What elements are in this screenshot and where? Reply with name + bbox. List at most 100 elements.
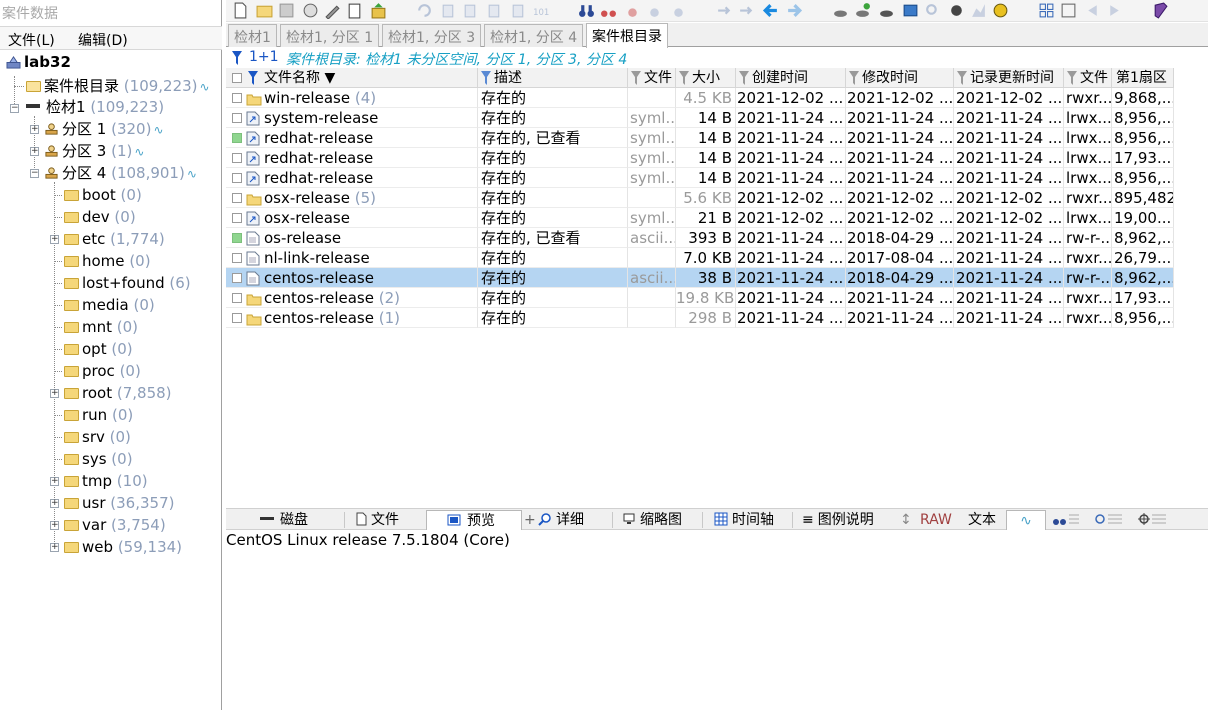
filter-icon[interactable] (248, 71, 258, 85)
table-row[interactable]: system-release 存在的 syml... 14 B 2021-11-24 .… (226, 108, 1176, 128)
table-row[interactable]: os-release 存在的, 已查看 ascii... 393 B 2021-11-2… (226, 228, 1176, 248)
col-header-created[interactable]: 创建时间 (736, 68, 846, 88)
binary-icon[interactable]: 101 (532, 2, 549, 19)
tree-partition-3[interactable]: 分区 3 (1) ∿ (44, 141, 144, 161)
row-checkbox[interactable] (232, 253, 242, 263)
search-text-icon[interactable] (624, 2, 641, 19)
nav-forward-icon[interactable] (716, 2, 733, 19)
row-checkbox[interactable] (232, 273, 242, 283)
target-options-icon[interactable] (1138, 510, 1174, 530)
copy-icon[interactable] (440, 2, 457, 19)
table-row[interactable]: centos-release (2) 存在的 19.8 KB 2021-11-24 .… (226, 288, 1176, 308)
nav-forward2-icon[interactable] (738, 2, 755, 19)
filter-icon[interactable] (631, 71, 641, 85)
filter-icon[interactable] (232, 51, 242, 65)
cell-name[interactable]: win-release (4) (226, 88, 478, 108)
col-header-record-updated[interactable]: 记录更新时间 (954, 68, 1064, 88)
table-row[interactable]: osx-release (5) 存在的 5.6 KB 2021-12-02 ... 20… (226, 188, 1176, 208)
tree-folder-mnt[interactable]: mnt (0) (64, 317, 138, 337)
col-header-name[interactable]: 文件名称 ▼ (226, 68, 478, 88)
row-checkbox[interactable] (232, 193, 242, 203)
settings-icon[interactable] (992, 2, 1009, 19)
tree-folder-usr[interactable]: usr (36,357) (64, 493, 174, 513)
tree-folder-media[interactable]: media (0) (64, 295, 155, 315)
cell-name[interactable]: system-release (226, 108, 478, 128)
filter-icon[interactable] (849, 71, 859, 85)
new-file-icon[interactable] (232, 2, 249, 19)
find-in-preview-icon[interactable] (1052, 510, 1084, 530)
row-checkbox[interactable] (232, 233, 242, 243)
table-row[interactable]: redhat-release 存在的 syml... 14 B 2021-11-24 .… (226, 148, 1176, 168)
edit-icon[interactable] (324, 2, 341, 19)
tree-folder-root[interactable]: root (7,858) (64, 383, 172, 403)
row-checkbox[interactable] (232, 313, 242, 323)
clipboard-icon[interactable] (346, 2, 363, 19)
expand-toggle[interactable]: + (30, 125, 39, 134)
expand-toggle[interactable]: + (50, 543, 59, 552)
tab-legend[interactable]: ≡ 图例说明 (802, 510, 892, 530)
col-header-type[interactable]: 文件 (628, 68, 676, 88)
tab-case-root[interactable]: 案件根目录 (586, 23, 668, 48)
tab-partition-4[interactable]: 检材1, 分区 4 (484, 24, 584, 47)
gear-icon[interactable] (948, 2, 965, 19)
row-checkbox[interactable] (232, 93, 242, 103)
row-checkbox[interactable] (232, 153, 242, 163)
disk-tool-icon[interactable] (302, 2, 319, 19)
save-icon[interactable] (278, 2, 295, 19)
book-icon[interactable] (1152, 2, 1169, 19)
col-header-modified[interactable]: 修改时间 (846, 68, 954, 88)
undo-icon[interactable] (416, 2, 433, 19)
tree-folder-home[interactable]: home (0) (64, 251, 151, 271)
table-row[interactable]: win-release (4) 存在的 4.5 KB 2021-12-02 ... 20… (226, 88, 1176, 108)
add-tab-icon[interactable]: + (524, 510, 536, 530)
cell-name[interactable]: redhat-release (226, 148, 478, 168)
filter-icon[interactable] (481, 71, 491, 85)
binoculars-icon[interactable] (578, 2, 595, 19)
tree-folder-dev[interactable]: dev (0) (64, 207, 136, 227)
row-checkbox[interactable] (232, 113, 242, 123)
expand-toggle[interactable]: + (30, 147, 39, 156)
cell-name[interactable]: redhat-release (226, 168, 478, 188)
back-arrow-icon[interactable] (762, 2, 779, 19)
search-red-icon[interactable] (600, 2, 617, 19)
grid-icon[interactable] (1038, 2, 1055, 19)
table-row[interactable]: nl-link-release 存在的 7.0 KB 2021-11-24 ... 20… (226, 248, 1176, 268)
cell-name[interactable]: centos-release (1) (226, 308, 478, 328)
cell-name[interactable]: centos-release (2) (226, 288, 478, 308)
tree-folder-boot[interactable]: boot (0) (64, 185, 142, 205)
tab-raw[interactable]: RAW (920, 510, 960, 530)
tree-folder-opt[interactable]: opt (0) (64, 339, 133, 359)
table-row[interactable]: centos-release (1) 存在的 298 B 2021-11-24 ...… (226, 308, 1176, 328)
col-header-size[interactable]: 大小 (676, 68, 736, 88)
row-checkbox[interactable] (232, 133, 242, 143)
cell-name[interactable]: osx-release (226, 208, 478, 228)
expand-toggle[interactable]: + (50, 477, 59, 486)
cell-name[interactable]: osx-release (5) (226, 188, 478, 208)
search-hex-icon[interactable] (646, 2, 663, 19)
list-view-icon[interactable] (1060, 2, 1077, 19)
tree-root[interactable]: lab32 (6, 52, 71, 72)
disk-add-icon[interactable] (854, 2, 871, 19)
tab-partition-1[interactable]: 检材1, 分区 1 (280, 24, 380, 47)
table-row[interactable]: redhat-release 存在的 syml... 14 B 2021-11-24 .… (226, 168, 1176, 188)
open-folder-icon[interactable] (256, 2, 273, 19)
tree-folder-srv[interactable]: srv (0) (64, 427, 131, 447)
tree-evidence[interactable]: 检材1 (109,223) (26, 97, 164, 117)
tree-folder-web[interactable]: web (59,134) (64, 537, 182, 557)
calculator-icon[interactable] (902, 2, 919, 19)
tree-folder-etc[interactable]: etc (1,774) (64, 229, 165, 249)
tab-thumbnail[interactable]: 缩略图 (622, 510, 712, 530)
collapse-toggle[interactable]: − (30, 169, 39, 178)
table-row[interactable]: osx-release 存在的 syml... 21 B 2021-12-02 ... 2… (226, 208, 1176, 228)
tree-case-root[interactable]: 案件根目录 (109,223) ∿ (26, 76, 210, 96)
tree-folder-var[interactable]: var (3,754) (64, 515, 166, 535)
col-header-first-sector[interactable]: 第1扇区 (1112, 68, 1174, 88)
zoom-icon[interactable] (924, 2, 941, 19)
filter-icon[interactable] (739, 71, 749, 85)
tree-folder-lost-found[interactable]: lost+found (6) (64, 273, 191, 293)
disk-clone-icon[interactable] (832, 2, 849, 19)
tree-folder-sys[interactable]: sys (0) (64, 449, 133, 469)
filter-icon[interactable] (957, 71, 967, 85)
chart-icon[interactable] (970, 2, 987, 19)
tab-file[interactable]: 文件 (356, 510, 426, 530)
